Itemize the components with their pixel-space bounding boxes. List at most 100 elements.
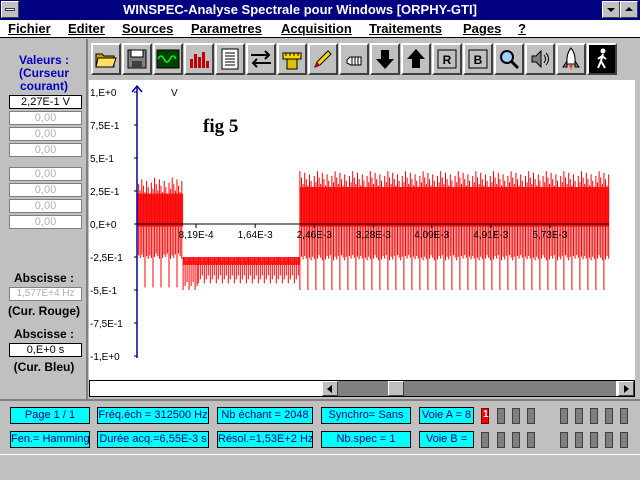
menu-editer[interactable]: Editer — [68, 21, 105, 36]
measure-button[interactable] — [277, 43, 307, 75]
bar-chart-icon — [190, 52, 209, 68]
channel-b-indicator-1 — [481, 432, 489, 448]
signal-band — [299, 187, 609, 227]
signal-chart: 1,E+0 7,5E-1 5,E-1 2,5E-1 0,E+0 -2,5E-1 -5,E-1… — [90, 84, 610, 363]
menu-parametres[interactable]: Parametres — [191, 21, 262, 36]
ruler-calculator-icon — [282, 52, 302, 70]
channel-b: Voie B = — [419, 431, 474, 448]
y-tick-label: 0,E+0 — [90, 220, 117, 231]
folder-open-icon — [95, 53, 117, 68]
y-tick-label: 5,E-1 — [90, 154, 114, 165]
svg-text:B: B — [474, 53, 483, 67]
channel-a: Voie A = 8 — [419, 407, 474, 424]
list-button[interactable] — [215, 43, 245, 75]
channel-indicator-2 — [497, 408, 505, 424]
figure-annotation: fig 5 — [203, 116, 238, 137]
scroll-right-icon — [624, 385, 629, 393]
scroll-track-right[interactable] — [404, 381, 616, 396]
menu-fichier[interactable]: Fichier — [8, 21, 51, 36]
draw-button[interactable] — [308, 43, 338, 75]
value-field-8: 0,00 — [9, 215, 82, 229]
menu-sources[interactable]: Sources — [122, 21, 173, 36]
rocket-icon — [562, 47, 580, 70]
swap-button[interactable] — [246, 43, 276, 75]
channel-b-indicator-9 — [620, 432, 628, 448]
cursor-red-label: (Cur. Rouge) — [8, 304, 80, 318]
spectrum-count: Nb.spec = 1 — [321, 431, 411, 448]
move-up-button[interactable] — [401, 43, 431, 75]
value-field-6: 0,00 — [9, 183, 82, 197]
x-tick-label: 8,19E-4 — [179, 230, 214, 241]
x-tick-label: 4,91E-3 — [473, 230, 508, 241]
menu-acquisition[interactable]: Acquisition — [281, 21, 352, 36]
scroll-track[interactable] — [338, 381, 388, 396]
maximize-button[interactable] — [620, 1, 638, 18]
x-tick-label: 5,73E-3 — [532, 230, 567, 241]
abscisse-blue-field: 0,E+0 s — [9, 343, 82, 357]
oscilloscope-icon — [156, 49, 180, 69]
resolution: Résol.=1,53E+2 Hz — [217, 431, 313, 448]
notepad-list-icon — [221, 48, 239, 70]
synchro-status: Synchro= Sans — [321, 407, 411, 424]
y-tick-label: -2,5E-1 — [90, 253, 123, 264]
horizontal-scrollbar[interactable] — [89, 380, 635, 397]
zoom-button[interactable] — [494, 43, 524, 75]
scroll-right-button[interactable] — [618, 381, 634, 396]
signal-button[interactable] — [153, 43, 183, 75]
channel-b-indicator-2 — [497, 432, 505, 448]
values-panel: Valeurs : (Curseur courant) 2,27E-1 V 0,… — [0, 39, 88, 399]
bottom-strip — [0, 454, 640, 480]
value-field-4: 0,00 — [9, 143, 82, 157]
value-field-3: 0,00 — [9, 127, 82, 141]
x-tick-label: 4,09E-3 — [414, 230, 449, 241]
menu-help[interactable]: ? — [518, 21, 526, 36]
menu-pages[interactable]: Pages — [463, 21, 501, 36]
minimize-button[interactable] — [602, 1, 620, 18]
values-title: Valeurs : — [18, 53, 70, 67]
red-cursor-button[interactable]: R — [432, 43, 462, 75]
scroll-thumb[interactable] — [388, 381, 404, 396]
toolbar: R B — [89, 39, 640, 79]
y-tick-label: 7,5E-1 — [90, 121, 120, 132]
open-file-button[interactable] — [91, 43, 121, 75]
y-tick-label: 2,5E-1 — [90, 187, 120, 198]
save-button[interactable] — [122, 43, 152, 75]
abscisse-red-field: 1,577E+4 Hz — [9, 287, 82, 301]
abscisse-red-label: Abscisse : — [13, 271, 75, 285]
channel-indicator-6 — [575, 408, 583, 424]
spectrum-button[interactable] — [184, 43, 214, 75]
move-down-button[interactable] — [370, 43, 400, 75]
channel-b-indicator-6 — [575, 432, 583, 448]
pointer-button[interactable] — [339, 43, 369, 75]
arrow-down-icon — [376, 50, 394, 69]
value-field-7: 0,00 — [9, 199, 82, 213]
y-tick-label: 1,E+0 — [90, 88, 117, 99]
sample-count: Nb échant = 2048 — [217, 407, 313, 424]
channel-indicator-5 — [560, 408, 568, 424]
signal-band — [137, 193, 184, 227]
scroll-left-button[interactable] — [322, 381, 338, 396]
signal-plot[interactable]: 1,E+0 7,5E-1 5,E-1 2,5E-1 0,E+0 -2,5E-1 -5,E-1… — [89, 80, 635, 380]
exit-button[interactable] — [587, 43, 617, 75]
status-panel: Page 1 / 1 Fréq.éch = 312500 Hz Nb échan… — [0, 399, 640, 454]
window-title: WINSPEC-Analyse Spectrale pour Windows [… — [123, 2, 477, 17]
blue-cursor-button[interactable]: B — [463, 43, 493, 75]
values-subtitle-2: courant) — [20, 79, 68, 93]
sound-button[interactable] — [525, 43, 555, 75]
title-bar: WINSPEC-Analyse Spectrale pour Windows [… — [0, 0, 640, 20]
acquisition-duration: Durée acq.=6,55E-3 s — [97, 431, 209, 448]
speaker-icon — [531, 49, 549, 69]
launch-button[interactable] — [556, 43, 586, 75]
walking-man-icon — [597, 48, 607, 69]
channel-indicator-3 — [512, 408, 520, 424]
channel-b-indicator-8 — [605, 432, 613, 448]
y-tick-label: -1,E+0 — [90, 352, 120, 363]
menu-traitements[interactable]: Traitements — [369, 21, 442, 36]
scroll-left-icon — [327, 385, 332, 393]
value-field-5: 0,00 — [9, 167, 82, 181]
save-disk-icon — [127, 49, 147, 69]
x-tick-label: 1,64E-3 — [238, 230, 273, 241]
menu-bar: Fichier Editer Sources Parametres Acquis… — [0, 20, 640, 38]
sampling-frequency: Fréq.éch = 312500 Hz — [97, 407, 209, 424]
y-tick-label: -7,5E-1 — [90, 319, 123, 330]
